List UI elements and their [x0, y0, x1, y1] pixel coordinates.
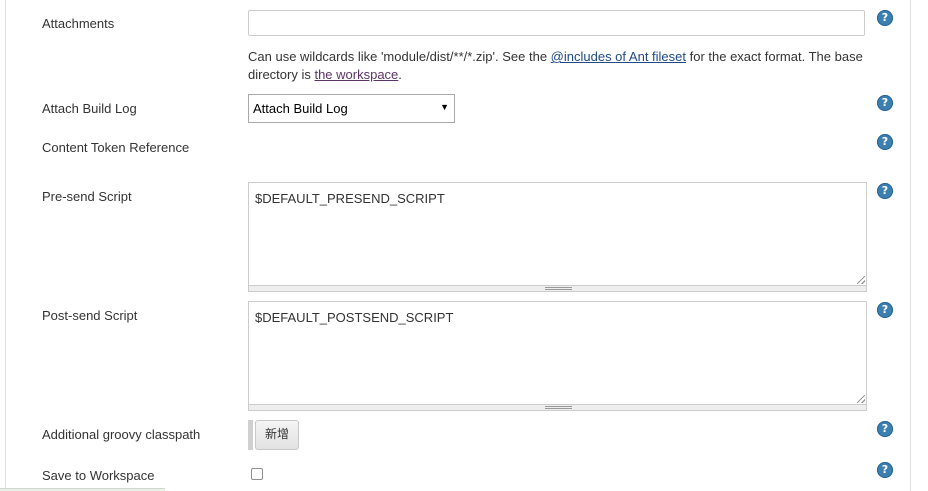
postsend-script-value: $DEFAULT_POSTSEND_SCRIPT	[255, 310, 454, 325]
presend-script-field: $DEFAULT_PRESEND_SCRIPT	[248, 182, 867, 292]
right-divider	[910, 0, 911, 491]
repeatable-bar	[248, 420, 253, 450]
grip-icon	[545, 287, 572, 290]
grip-icon	[545, 406, 572, 409]
content-token-reference-help-icon[interactable]: ?	[877, 134, 893, 150]
groovy-classpath-help-icon[interactable]: ?	[877, 421, 893, 437]
postsend-script-textarea[interactable]: $DEFAULT_POSTSEND_SCRIPT	[248, 301, 867, 405]
save-to-workspace-help-icon[interactable]: ?	[877, 462, 893, 478]
attach-build-log-help-icon[interactable]: ?	[877, 95, 893, 111]
presend-script-value: $DEFAULT_PRESEND_SCRIPT	[255, 191, 445, 206]
resize-corner-icon[interactable]	[857, 395, 865, 403]
ant-fileset-link[interactable]: @includes of Ant fileset	[551, 49, 686, 64]
workspace-link[interactable]: the workspace	[314, 67, 398, 82]
attachments-label: Attachments	[42, 16, 115, 31]
dropdown-arrow-icon: ▼	[440, 102, 449, 112]
postsend-script-label: Post-send Script	[42, 308, 138, 323]
jenkins-config-form: Attachments ? Can use wildcards like 'mo…	[0, 0, 928, 491]
presend-script-help-icon[interactable]: ?	[877, 183, 893, 199]
presend-script-resize-handle[interactable]	[248, 286, 867, 292]
groovy-classpath-button-group: 新增	[248, 420, 300, 450]
left-divider	[5, 0, 6, 491]
content-token-reference-label: Content Token Reference	[42, 140, 190, 155]
presend-script-label: Pre-send Script	[42, 189, 132, 204]
add-classpath-button[interactable]: 新增	[255, 420, 300, 450]
presend-script-textarea[interactable]: $DEFAULT_PRESEND_SCRIPT	[248, 182, 867, 286]
hint-text-prefix: Can use wildcards like 'module/dist/**/*…	[248, 49, 551, 64]
resize-corner-icon[interactable]	[857, 276, 865, 284]
attachments-input[interactable]	[248, 10, 865, 36]
attach-build-log-selected-value: Attach Build Log	[253, 101, 348, 116]
attach-build-log-select[interactable]: Attach Build Log ▼	[248, 94, 455, 123]
save-to-workspace-checkbox[interactable]	[251, 468, 263, 480]
attachments-hint: Can use wildcards like 'module/dist/**/*…	[248, 48, 868, 84]
attachments-help-icon[interactable]: ?	[877, 10, 893, 26]
postsend-script-resize-handle[interactable]	[248, 405, 867, 411]
attach-build-log-label: Attach Build Log	[42, 101, 137, 116]
hint-text-suffix: .	[398, 67, 402, 82]
postsend-script-help-icon[interactable]: ?	[877, 302, 893, 318]
groovy-classpath-label: Additional groovy classpath	[42, 427, 201, 442]
save-to-workspace-label: Save to Workspace	[42, 468, 155, 483]
postsend-script-field: $DEFAULT_POSTSEND_SCRIPT	[248, 301, 867, 411]
